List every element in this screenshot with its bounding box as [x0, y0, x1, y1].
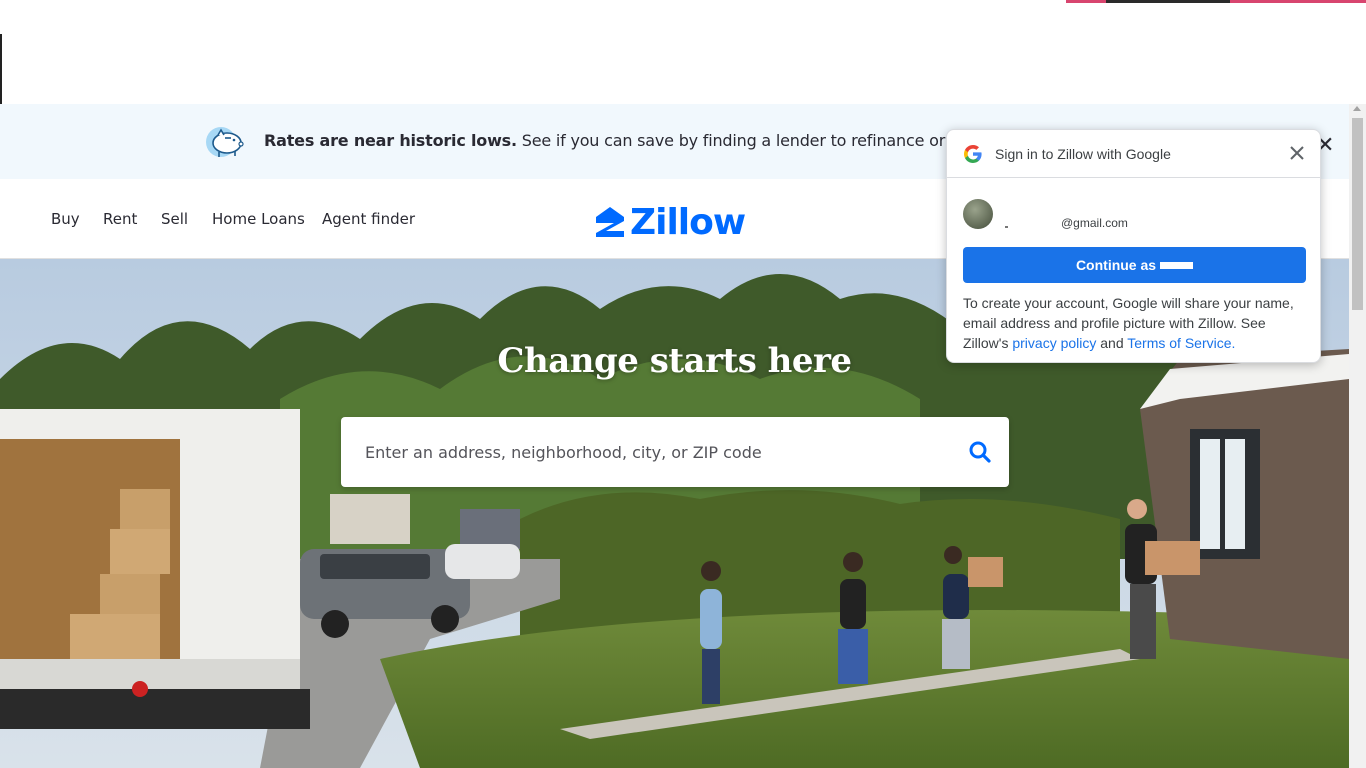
popup-title: Sign in to Zillow with Google: [995, 146, 1171, 162]
search-icon[interactable]: [967, 439, 993, 465]
banner-rest-text: See if you can save by finding a lender …: [516, 131, 1011, 150]
logo-text: Zillow: [630, 201, 746, 243]
zillow-logo[interactable]: Zillow: [594, 201, 746, 243]
page-scrollbar[interactable]: [1349, 104, 1366, 768]
privacy-policy-link[interactable]: privacy policy: [1012, 335, 1096, 351]
popup-header: Sign in to Zillow with Google: [947, 130, 1320, 178]
nav-item-sell[interactable]: Sell: [161, 210, 188, 228]
nav-item-buy[interactable]: Buy: [51, 210, 80, 228]
banner-bold-text: Rates are near historic lows.: [264, 131, 517, 150]
account-name-redacted: [1005, 226, 1008, 228]
top-strip: [0, 0, 1366, 104]
banner-text: Rates are near historic lows. See if you…: [264, 131, 1011, 150]
close-icon[interactable]: [1287, 143, 1307, 163]
terms-of-service-link[interactable]: Terms of Service: [1127, 335, 1231, 351]
and-text: and: [1096, 335, 1128, 351]
color-bar-dark: [1106, 0, 1230, 3]
redacted-name: [1160, 261, 1194, 269]
popup-description: To create your account, Google will shar…: [963, 293, 1306, 353]
google-signin-popup: Sign in to Zillow with Google @gmail.com…: [946, 129, 1321, 363]
google-g-icon: [964, 145, 982, 163]
scroll-up-arrow-icon[interactable]: [1353, 106, 1361, 111]
nav-item-home-loans[interactable]: Home Loans: [212, 210, 305, 228]
color-bar-pink-2: [1230, 0, 1366, 3]
scrollbar-thumb[interactable]: [1352, 118, 1363, 310]
piggy-bank-icon: [206, 127, 244, 157]
zillow-house-icon: [596, 207, 624, 237]
color-bar-pink: [1066, 0, 1106, 3]
continue-as-button[interactable]: Continue as: [963, 247, 1306, 283]
avatar: [963, 199, 993, 229]
account-email: @gmail.com: [1061, 216, 1128, 230]
continue-label: Continue as: [1075, 257, 1157, 273]
nav-item-rent[interactable]: Rent: [103, 210, 137, 228]
terms-period: .: [1231, 335, 1236, 351]
search-input[interactable]: [341, 417, 941, 487]
search-box: [341, 417, 1009, 487]
left-edge-line: [0, 34, 2, 104]
nav-item-agent-finder[interactable]: Agent finder: [322, 210, 415, 228]
